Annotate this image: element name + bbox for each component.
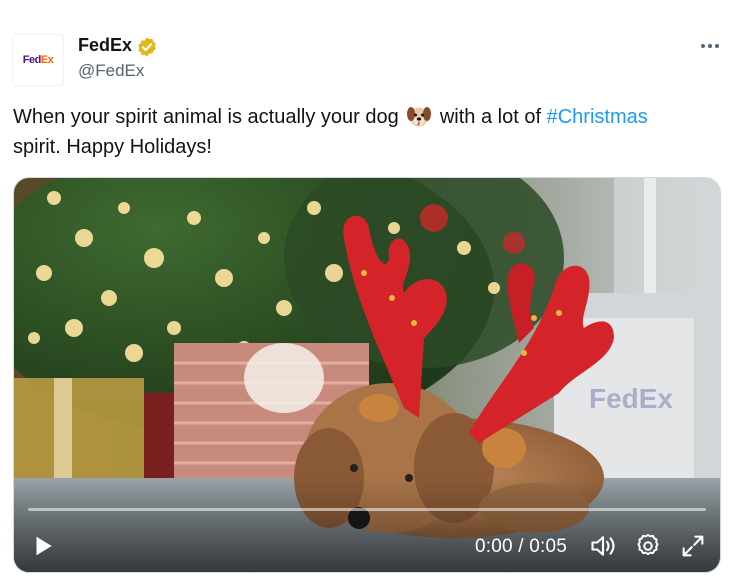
tweet-text-part3: spirit. Happy Holidays!	[13, 136, 212, 158]
avatar-logo: FedEx	[22, 54, 54, 66]
box-logo: FedEx	[589, 383, 673, 414]
fullscreen-icon[interactable]	[679, 532, 707, 560]
play-icon[interactable]	[30, 533, 56, 559]
video-player[interactable]: FedEx 0:00 / 0:05	[13, 177, 721, 573]
settings-icon[interactable]	[634, 532, 662, 560]
more-dot	[701, 44, 705, 48]
video-progress-bar[interactable]	[28, 508, 706, 511]
tweet-text: When your spirit animal is actually your…	[13, 102, 723, 162]
tweet-card: FedEx FedEx @FedEx When your spirit anim…	[0, 0, 736, 585]
hashtag-link[interactable]: #Christmas	[547, 106, 648, 128]
more-dot	[715, 44, 719, 48]
video-time: 0:00 / 0:05	[475, 536, 567, 557]
tweet-text-part2: with a lot of	[439, 106, 542, 128]
dog-emoji-icon	[407, 107, 432, 127]
author-handle[interactable]: @FedEx	[78, 61, 144, 81]
more-options-icon[interactable]	[698, 34, 722, 58]
verified-badge-icon[interactable]	[136, 36, 158, 58]
volume-icon[interactable]	[589, 532, 617, 560]
more-dot	[708, 44, 712, 48]
author-name[interactable]: FedEx	[78, 35, 132, 56]
video-controls: 0:00 / 0:05	[14, 526, 720, 566]
video-frame: FedEx	[14, 178, 720, 572]
tweet-text-part1: When your spirit animal is actually your…	[13, 106, 399, 128]
avatar[interactable]: FedEx	[12, 34, 64, 86]
